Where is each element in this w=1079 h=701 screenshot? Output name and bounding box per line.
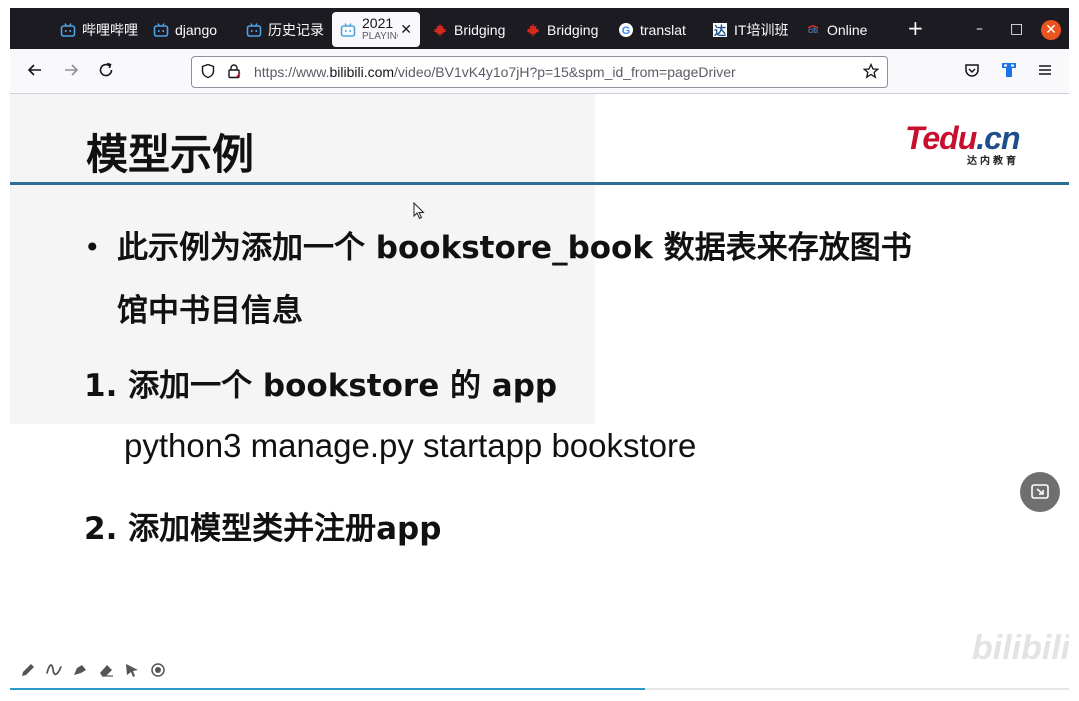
video-progress-fill xyxy=(10,688,646,690)
picture-in-picture-button[interactable] xyxy=(1020,472,1060,512)
tab-history[interactable]: 历史记录 xyxy=(246,12,330,48)
tab-label: IT培训班 xyxy=(734,22,789,38)
url-text: https://www.bilibili.com/video/BV1vK4y1o… xyxy=(254,64,736,80)
tedu-logo: Tedu.cn 达内教育 xyxy=(905,120,1020,167)
shield-icon[interactable] xyxy=(200,63,216,83)
tab-label: 历史记录 xyxy=(268,22,324,38)
step-1: 1. 添加一个 bookstore 的 app xyxy=(84,368,558,404)
tab-playing-indicator: PLAYING xyxy=(362,30,398,42)
bilibili-watermark: bilibili xyxy=(972,629,1069,667)
bullet-line-2: 馆中书目信息 xyxy=(117,293,303,329)
step-2: 2. 添加模型类并注册app xyxy=(84,511,442,547)
eraser-icon[interactable] xyxy=(98,662,114,678)
logo-suffix-text: .cn xyxy=(976,120,1020,156)
video-progress-bar[interactable] xyxy=(10,688,1069,690)
menu-hamburger-icon[interactable] xyxy=(1036,61,1054,83)
reload-icon[interactable] xyxy=(97,61,115,83)
tab-bridging-2[interactable]: Bridging xyxy=(525,12,609,48)
tab-online[interactable]: citi Online xyxy=(805,12,887,48)
tab-label: Bridging xyxy=(454,22,506,38)
window-close-button[interactable]: ✕ xyxy=(1041,20,1061,40)
bullet-dot: • xyxy=(84,231,101,264)
tab-bridging-1[interactable]: Bridging xyxy=(432,12,516,48)
tab-translate[interactable]: G translat xyxy=(618,12,702,48)
video-player-slide[interactable]: 模型示例 Tedu.cn 达内教育 • 此示例为添加一个 bookstore_b… xyxy=(10,94,1069,690)
tab-django[interactable]: django xyxy=(153,12,237,48)
bookmark-star-icon[interactable] xyxy=(862,62,880,83)
freehand-icon[interactable] xyxy=(46,662,62,678)
pocket-icon[interactable] xyxy=(963,61,981,83)
svg-text:达: 达 xyxy=(714,23,726,38)
tab-label: Bridging xyxy=(547,22,599,38)
close-tab-icon[interactable]: ✕ xyxy=(400,21,412,38)
tab-label: 2021 xyxy=(362,16,394,31)
code-command: python3 manage.py startapp bookstore xyxy=(124,427,697,464)
bilibili-icon xyxy=(340,22,356,38)
svg-text:G: G xyxy=(622,25,631,37)
title-divider xyxy=(10,182,1069,185)
maple-leaf-icon xyxy=(432,22,448,38)
tab-bilibili-home[interactable]: 哔哩哔哩 xyxy=(60,12,142,48)
record-icon[interactable] xyxy=(150,662,166,678)
tab-label: translat xyxy=(640,22,686,38)
logo-main-text: Tedu xyxy=(905,120,977,156)
highlighter-icon[interactable] xyxy=(72,662,88,678)
minimize-button[interactable]: – xyxy=(976,21,983,37)
address-bar[interactable]: https://www.bilibili.com/video/BV1vK4y1o… xyxy=(191,56,888,88)
bilibili-icon xyxy=(153,22,169,38)
pointer-icon[interactable] xyxy=(124,662,140,678)
maple-leaf-icon xyxy=(525,22,541,38)
new-tab-button[interactable]: + xyxy=(907,18,924,38)
tab-strip: 哔哩哔哩 django 历史记录 2021 PLAYING ✕ Bridging… xyxy=(10,8,1069,49)
tab-label: Online xyxy=(827,22,868,38)
slide-title: 模型示例 xyxy=(86,130,255,179)
tab-playing[interactable]: 2021 PLAYING ✕ xyxy=(332,12,420,47)
logo-subtitle: 达内教育 xyxy=(967,156,1019,167)
da-icon: 达 xyxy=(712,22,728,38)
tab-label: 哔哩哔哩 xyxy=(82,22,138,38)
mouse-cursor-icon xyxy=(413,201,425,224)
bullet-line-1: 此示例为添加一个 bookstore_book 数据表来存放图书 xyxy=(117,230,912,266)
pen-icon[interactable] xyxy=(20,662,36,678)
annotation-toolbar xyxy=(20,662,166,678)
bilibili-icon xyxy=(60,22,76,38)
bilibili-icon xyxy=(246,22,262,38)
navigation-toolbar: https://www.bilibili.com/video/BV1vK4y1o… xyxy=(10,49,1069,94)
google-icon: G xyxy=(618,22,634,38)
maximize-button[interactable]: □ xyxy=(1010,21,1023,37)
lock-icon[interactable] xyxy=(226,63,242,83)
tab-label: django xyxy=(175,22,218,38)
extension-icon[interactable] xyxy=(1000,61,1018,83)
citi-icon: citi xyxy=(805,22,821,38)
back-arrow-icon[interactable] xyxy=(26,61,44,83)
tab-it-training[interactable]: 达 IT培训班 xyxy=(712,12,796,48)
forward-arrow-icon[interactable] xyxy=(62,61,80,83)
